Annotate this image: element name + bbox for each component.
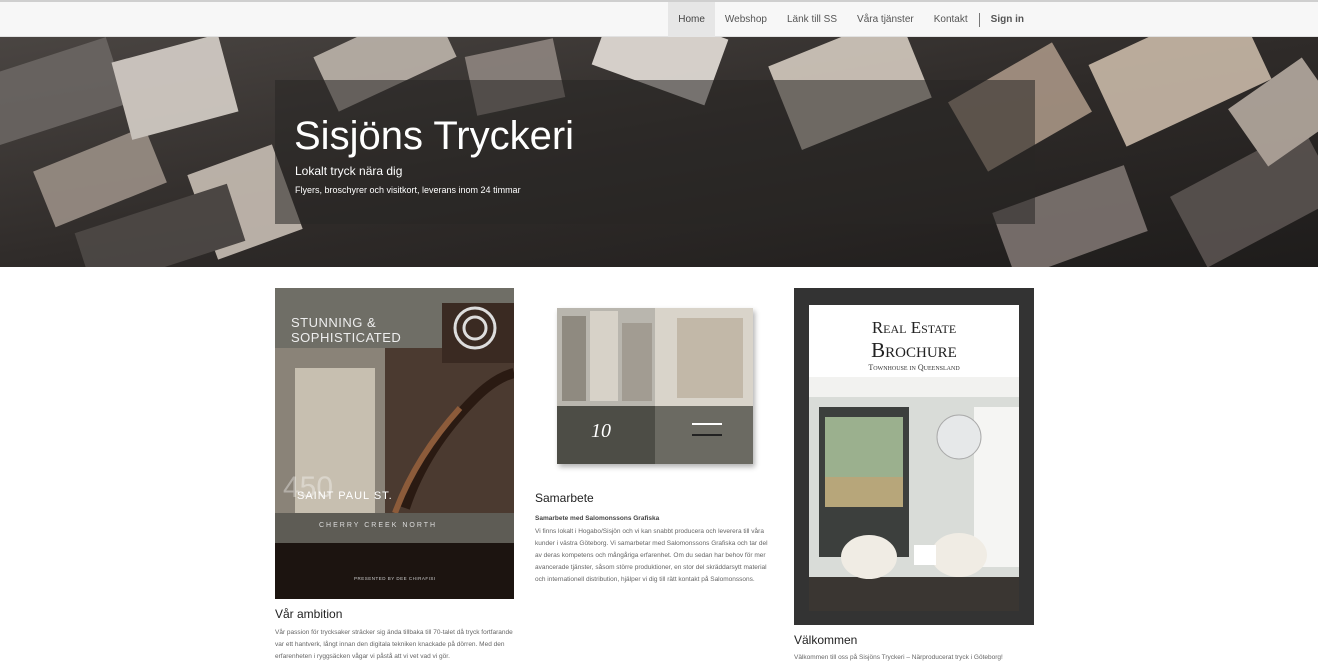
nav-home[interactable]: Home <box>668 2 715 37</box>
real-estate-line1: Real Estate <box>871 318 957 337</box>
ambition-text: Vår passion för trycksaker sträcker sig … <box>275 629 513 660</box>
sign-in-link[interactable]: Sign in <box>981 2 1034 37</box>
real-estate-line3: Townhouse in Queensland <box>868 363 960 372</box>
real-estate-interior-graphic <box>809 377 1019 611</box>
top-navbar: Home Webshop Länk till SS Våra tjänster … <box>0 0 1318 37</box>
brochure-heading: STUNNING & SOPHISTICATED <box>291 315 402 345</box>
samarbete-text: Vi finns lokalt i Hogabo/Sisjön och vi k… <box>535 528 768 583</box>
nav-divider <box>978 12 980 27</box>
hero-title: Sisjöns Tryckeri <box>294 114 575 158</box>
nav-link-ss[interactable]: Länk till SS <box>777 2 847 37</box>
hero-subtitle: Lokalt tryck nära dig <box>295 164 403 178</box>
ambition-title: Vår ambition <box>275 607 343 621</box>
hero-tagline: Flyers, broschyrer och visitkort, levera… <box>295 185 521 195</box>
samarbete-subheading: Samarbete med Salomonssons Grafiska <box>535 515 660 522</box>
valkommen-image: Real Estate Brochure Townhouse in Queens… <box>794 288 1034 625</box>
brochure-city-mark: 10 <box>591 420 611 442</box>
nav-webshop[interactable]: Webshop <box>715 2 777 37</box>
real-estate-line2: Brochure <box>871 338 957 362</box>
samarbete-image: 10 <box>557 308 753 464</box>
valkommen-text: Välkommen till oss på Sisjöns Tryckeri –… <box>794 654 1003 661</box>
brochure-presented: PRESENTED BY DEE CHIRAFISI <box>354 576 436 581</box>
brochure-area: CHERRY CREEK NORTH <box>319 522 438 529</box>
valkommen-title: Välkommen <box>794 633 858 647</box>
real-estate-sheet: Real Estate Brochure Townhouse in Queens… <box>809 305 1019 611</box>
samarbete-title: Samarbete <box>535 491 594 505</box>
ambition-image: STUNNING & SOPHISTICATED 450 SAINT PAUL … <box>275 288 514 599</box>
main-nav: Home Webshop Länk till SS Våra tjänster … <box>668 2 1034 37</box>
hero-text-box: Sisjöns Tryckeri Lokalt tryck nära dig F… <box>275 80 1035 224</box>
nav-contact[interactable]: Kontakt <box>924 2 978 37</box>
nav-services[interactable]: Våra tjänster <box>847 2 924 37</box>
brochure-street: SAINT PAUL ST. <box>297 490 393 502</box>
brochure-city-graphic <box>557 308 753 464</box>
hero-banner: Sisjöns Tryckeri Lokalt tryck nära dig F… <box>0 37 1318 267</box>
